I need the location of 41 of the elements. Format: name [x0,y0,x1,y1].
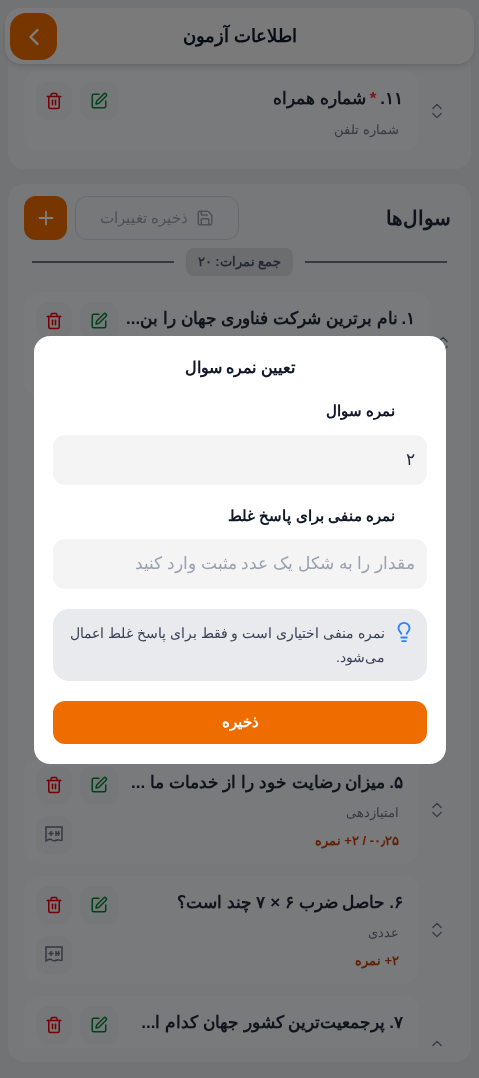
score-total: جمع نمرات: ۲۰ [185,248,294,276]
question-type: شماره تلفن [333,120,400,139]
question-number: ۱. [401,307,416,330]
question-score: ۰٫۲۵- / ۲+ نمره [313,831,400,850]
delete-icon [45,92,63,110]
question-title: حاصل ضرب ۶ × ۷ چند است؟ [177,891,386,915]
plus-card-icon [44,944,64,965]
submit-button[interactable]: ذخیره [53,701,427,744]
delete-icon [45,895,63,914]
question-score: ۲+ نمره [353,951,400,970]
question-title: نام برترین شرکت فناوری جهان را بن... [126,307,398,331]
edit-icon [90,1015,108,1034]
save-icon [196,209,215,227]
hint-text: نمره منفی اختیاری است و فقط برای پاسخ غلط اعمال می‌شود. [69,624,385,668]
question-number: ۶. [389,891,403,914]
edit-icon [90,775,108,794]
dialog-title: تعیین نمره سوال [184,358,297,380]
required-mark: * [369,88,377,110]
input-field[interactable]: ۲ [53,434,427,485]
back-button[interactable] [10,13,57,60]
question-number: ۷. [389,1011,403,1034]
page-title: اطلاعات آزمون [182,23,297,49]
add-button[interactable] [24,196,67,240]
section-title: سوال‌ها [386,206,451,233]
field-label: نمره منفی برای پاسخ غلط [227,505,396,527]
delete-icon [45,311,63,330]
question-title: شماره همراه [272,88,366,111]
question-number: ۵. [389,771,403,794]
question-type: عددی [367,924,400,942]
field-label: نمره سوال [324,401,396,422]
question-title: پرجمعیت‌ترین کشور جهان کدام ا... [141,1011,386,1035]
edit-icon [90,92,108,110]
question-title: میزان رضایت خود را از خدمات ما ... [131,771,386,795]
edit-icon [90,895,108,914]
question-type: امتیازدهی [345,804,400,822]
plus-card-icon [44,824,64,845]
edit-icon [90,311,108,330]
question-number: ۱۱. [380,88,403,110]
delete-icon [45,775,63,794]
delete-icon [45,1015,63,1034]
input-field[interactable]: مقدار را به شکل یک عدد مثبت وارد کنید [53,539,427,589]
